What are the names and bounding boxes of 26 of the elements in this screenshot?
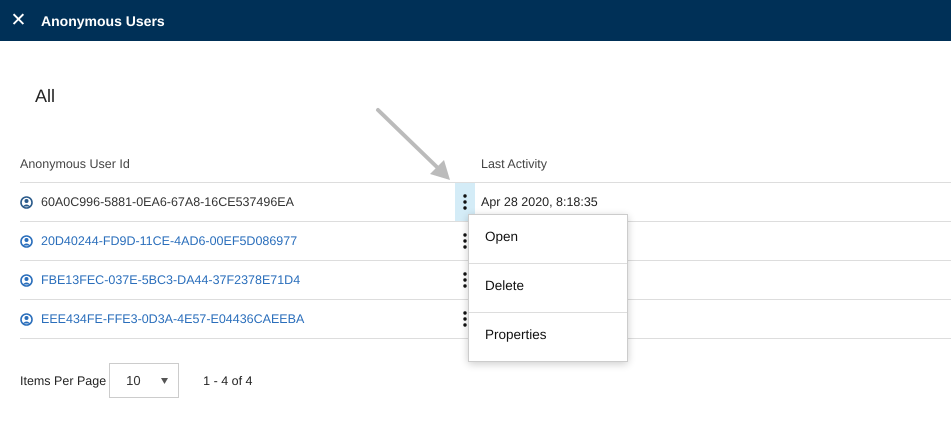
user-id-link[interactable]: FBE13FEC-037E-5BC3-DA44-37F2378E71D4 (41, 273, 300, 287)
kebab-icon (463, 194, 467, 210)
page-range: 1 - 4 of 4 (203, 374, 252, 388)
user-icon (20, 274, 33, 286)
menu-item[interactable]: Properties (469, 313, 627, 361)
menu-item[interactable]: Delete (469, 264, 627, 313)
user-id-link[interactable]: 60A0C996-5881-0EA6-67A8-16CE537496EA (41, 195, 294, 209)
kebab-icon (463, 311, 467, 327)
user-id-link[interactable]: EEE434FE-FFE3-0D3A-4E57-E04436CAEEBA (41, 312, 304, 326)
window-title: Anonymous Users (41, 12, 165, 28)
items-per-page-label: Items Per Page (20, 374, 106, 388)
column-header: Anonymous User Id (20, 156, 130, 170)
table-cell: Apr 28 2020, 8:18:35 (481, 195, 598, 209)
more-options-button[interactable] (455, 183, 475, 221)
view-title: All (35, 86, 56, 107)
caret-icon (161, 378, 168, 384)
menu-item[interactable]: Open (469, 215, 627, 264)
column-header: Last Activity (481, 156, 547, 170)
user-icon (20, 312, 33, 326)
user-icon (20, 234, 33, 248)
page-size-dropdown[interactable]: 10 (109, 363, 180, 398)
user-icon (20, 196, 33, 208)
kebab-icon (463, 272, 467, 288)
kebab-icon (463, 233, 467, 249)
close-icon[interactable]: ✕ (10, 11, 27, 30)
user-id-link[interactable]: 20D40244-FD9D-11CE-4AD6-00EF5D086977 (41, 234, 298, 248)
